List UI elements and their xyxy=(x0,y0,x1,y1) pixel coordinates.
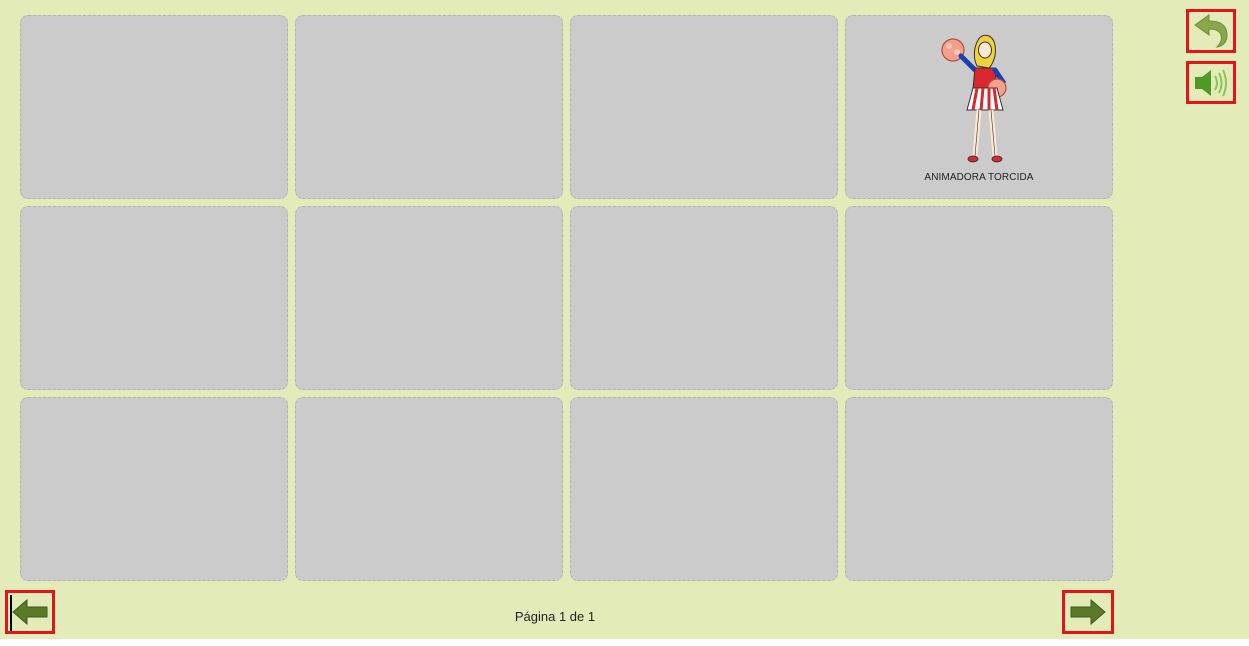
pictogram-grid: ANIMADORA TORCIDA xyxy=(20,15,1115,582)
grid-cell-8[interactable] xyxy=(845,206,1113,390)
speak-button[interactable] xyxy=(1186,61,1236,104)
grid-cell-10[interactable] xyxy=(295,397,563,581)
grid-cell-12[interactable] xyxy=(845,397,1113,581)
grid-cell-1[interactable] xyxy=(20,15,288,199)
page-indicator: Página 1 de 1 xyxy=(514,609,596,624)
undo-button[interactable] xyxy=(1186,9,1236,53)
next-page-button[interactable] xyxy=(1062,590,1114,634)
speaker-icon xyxy=(1195,69,1227,96)
grid-cell-2[interactable] xyxy=(295,15,563,199)
board-panel: ANIMADORA TORCIDA Página 1 de 1 xyxy=(0,0,1249,639)
undo-arrow-icon xyxy=(1194,14,1228,48)
grid-cell-11[interactable] xyxy=(570,397,838,581)
grid-cell-5[interactable] xyxy=(20,206,288,390)
grid-cell-animadora-torcida[interactable]: ANIMADORA TORCIDA xyxy=(845,15,1113,199)
cheerleader-pictogram xyxy=(941,34,1007,163)
grid-cell-3[interactable] xyxy=(570,15,838,199)
grid-cell-6[interactable] xyxy=(295,206,563,390)
grid-cell-7[interactable] xyxy=(570,206,838,390)
cell-caption: ANIMADORA TORCIDA xyxy=(924,172,1034,183)
grid-cell-9[interactable] xyxy=(20,397,288,581)
right-arrow-icon xyxy=(1070,598,1106,626)
